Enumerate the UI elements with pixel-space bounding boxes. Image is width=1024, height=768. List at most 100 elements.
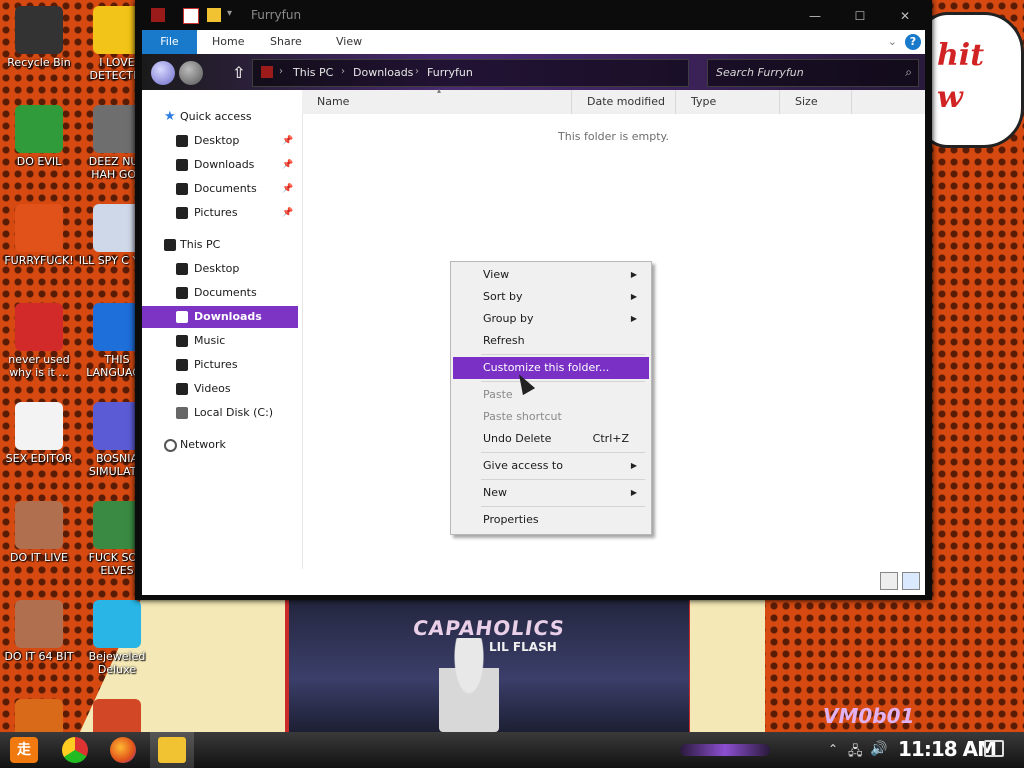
nav-pc-downloads[interactable]: Downloads <box>142 306 298 328</box>
column-headers: Name Date modified Type Size <box>302 90 925 114</box>
desktop-icon[interactable]: Recycle Bin <box>0 6 78 69</box>
menu-item-group-by[interactable]: Group by ▶ <box>453 308 649 330</box>
expand-ribbon-chevron-icon[interactable]: ⌄ <box>888 35 897 48</box>
tab-view[interactable]: View <box>326 30 372 54</box>
documents-folder-icon <box>176 183 188 195</box>
menu-item-give-access[interactable]: Give access to ▶ <box>453 455 649 477</box>
nav-quick-desktop[interactable]: Desktop 📌 <box>142 130 298 152</box>
nav-label: Documents <box>194 286 257 299</box>
desktop-icon[interactable]: Bejeweled Deluxe <box>78 600 156 676</box>
column-header-size[interactable]: Size <box>780 90 852 114</box>
desktop-icon-label: DO EVIL <box>16 155 62 168</box>
nav-quick-documents[interactable]: Documents 📌 <box>142 178 298 200</box>
empty-folder-message: This folder is empty. <box>558 130 669 143</box>
address-bar[interactable]: › This PC › Downloads › Furryfun <box>252 59 689 87</box>
nav-pc-music[interactable]: Music <box>142 330 298 352</box>
tray-overflow-chevron-icon[interactable]: ⌃ <box>828 742 838 756</box>
network-tray-icon[interactable]: 🖧 <box>848 742 863 764</box>
tab-share[interactable]: Share <box>260 30 312 54</box>
spy-icon <box>93 204 141 252</box>
search-icon[interactable]: ⌕ <box>905 65 912 80</box>
breadcrumb-downloads[interactable]: Downloads <box>353 66 413 79</box>
help-icon[interactable]: ? <box>905 34 921 50</box>
nav-pc-local-disk[interactable]: Local Disk (C:) <box>142 402 298 424</box>
nav-quick-pictures[interactable]: Pictures 📌 <box>142 202 298 224</box>
portrait-icon <box>15 501 63 549</box>
menu-item-sort-by[interactable]: Sort by ▶ <box>453 286 649 308</box>
minimize-button[interactable]: — <box>793 6 837 26</box>
desktop-icon-label: DO IT 64 BIT <box>4 650 74 663</box>
tab-file[interactable]: File <box>142 30 197 54</box>
submenu-arrow-icon: ▶ <box>630 488 637 497</box>
menu-item-new[interactable]: New ▶ <box>453 482 649 504</box>
desktop-icon[interactable]: DO IT 64 BIT <box>0 600 78 663</box>
back-button[interactable] <box>151 61 175 85</box>
nav-pc-videos[interactable]: Videos <box>142 378 298 400</box>
up-arrow-icon[interactable]: ⇧ <box>232 63 245 82</box>
desktop-icon[interactable]: never used why is it ... <box>0 303 78 379</box>
nav-this-pc[interactable]: This PC <box>142 234 298 256</box>
desktop-icon[interactable]: FURRYFUCK! <box>0 204 78 267</box>
pane-divider[interactable] <box>302 114 303 569</box>
column-header-date-modified[interactable]: Date modified <box>572 90 676 114</box>
speech-bubble: hit w <box>918 12 1024 148</box>
nav-pc-pictures[interactable]: Pictures <box>142 354 298 376</box>
forward-button[interactable] <box>179 61 203 85</box>
taskbar-chrome-icon[interactable] <box>62 737 88 763</box>
window-title: Furryfun <box>251 8 302 22</box>
menu-item-refresh[interactable]: Refresh <box>453 330 649 352</box>
menu-item-undo-delete[interactable]: Undo Delete Ctrl+Z <box>453 428 649 450</box>
breadcrumb-furryfun[interactable]: Furryfun <box>427 66 473 79</box>
nav-quick-downloads[interactable]: Downloads 📌 <box>142 154 298 176</box>
taskbar-clock[interactable]: 11:18 AM <box>898 737 997 761</box>
menu-item-properties[interactable]: Properties <box>453 509 649 531</box>
desktop-icon-label: never used why is it ... <box>8 353 70 379</box>
search-input[interactable]: Search Furryfun ⌕ <box>707 59 919 87</box>
nav-pc-documents[interactable]: Documents <box>142 282 298 304</box>
nav-pc-desktop[interactable]: Desktop <box>142 258 298 280</box>
tab-home[interactable]: Home <box>202 30 254 54</box>
desktop-icon[interactable]: DO IT LIVE <box>0 501 78 564</box>
properties-icon[interactable] <box>183 8 199 24</box>
menu-item-paste[interactable]: Paste <box>453 384 649 406</box>
folder-stack-icon <box>93 105 141 153</box>
address-toolbar: ⇧ › This PC › Downloads › Furryfun Searc… <box>142 54 925 90</box>
submenu-arrow-icon: ▶ <box>630 461 637 470</box>
qat-chevron-icon[interactable]: ▾ <box>227 8 232 19</box>
nav-quick-access[interactable]: ★ Quick access <box>142 106 298 128</box>
nav-label: Downloads <box>194 310 262 323</box>
speech-bubble-text: hit w <box>937 38 985 115</box>
notifications-icon[interactable] <box>984 740 1004 757</box>
desktop-icon[interactable]: DO EVIL <box>0 105 78 168</box>
star-icon: ★ <box>164 109 176 124</box>
desktop-icon[interactable]: Peggle World of Warcraft Edition <box>0 699 78 732</box>
large-icons-view-icon[interactable] <box>902 572 920 590</box>
breadcrumb-this-pc[interactable]: This PC <box>293 66 333 79</box>
nav-label: Downloads <box>194 158 255 171</box>
videos-folder-icon <box>176 383 188 395</box>
taskbar-firefox-icon[interactable] <box>110 737 136 763</box>
nav-label: Pictures <box>194 358 238 371</box>
nav-label: This PC <box>180 238 221 251</box>
details-view-icon[interactable] <box>880 572 898 590</box>
maximize-button[interactable]: ☐ <box>838 6 882 26</box>
desktop-icon[interactable]: SEX EDITOR <box>0 402 78 465</box>
devcpp-icon <box>15 303 63 351</box>
close-button[interactable]: ✕ <box>883 6 927 26</box>
menu-item-customize-folder[interactable]: Customize this folder... <box>453 357 649 379</box>
new-folder-icon[interactable] <box>207 8 221 22</box>
title-bar[interactable]: ▾ Furryfun — ☐ ✕ <box>135 0 932 30</box>
start-button[interactable]: 走 <box>10 737 38 763</box>
desktop-icon-label: DO IT LIVE <box>10 551 68 564</box>
nav-network[interactable]: Network <box>142 434 298 456</box>
menu-item-view[interactable]: View ▶ <box>453 264 649 286</box>
column-header-type[interactable]: Type <box>676 90 780 114</box>
pictures-folder-icon <box>176 359 188 371</box>
menu-item-label: Refresh <box>483 334 525 347</box>
menu-item-label: Group by <box>483 312 534 325</box>
volume-tray-icon[interactable]: 🔊 <box>870 741 887 757</box>
taskbar-file-explorer-icon[interactable] <box>158 737 186 763</box>
desktop-icon[interactable]: I LOVE EMOTET <box>78 699 156 732</box>
menu-item-paste-shortcut[interactable]: Paste shortcut <box>453 406 649 428</box>
menu-item-label: Customize this folder... <box>483 361 610 374</box>
